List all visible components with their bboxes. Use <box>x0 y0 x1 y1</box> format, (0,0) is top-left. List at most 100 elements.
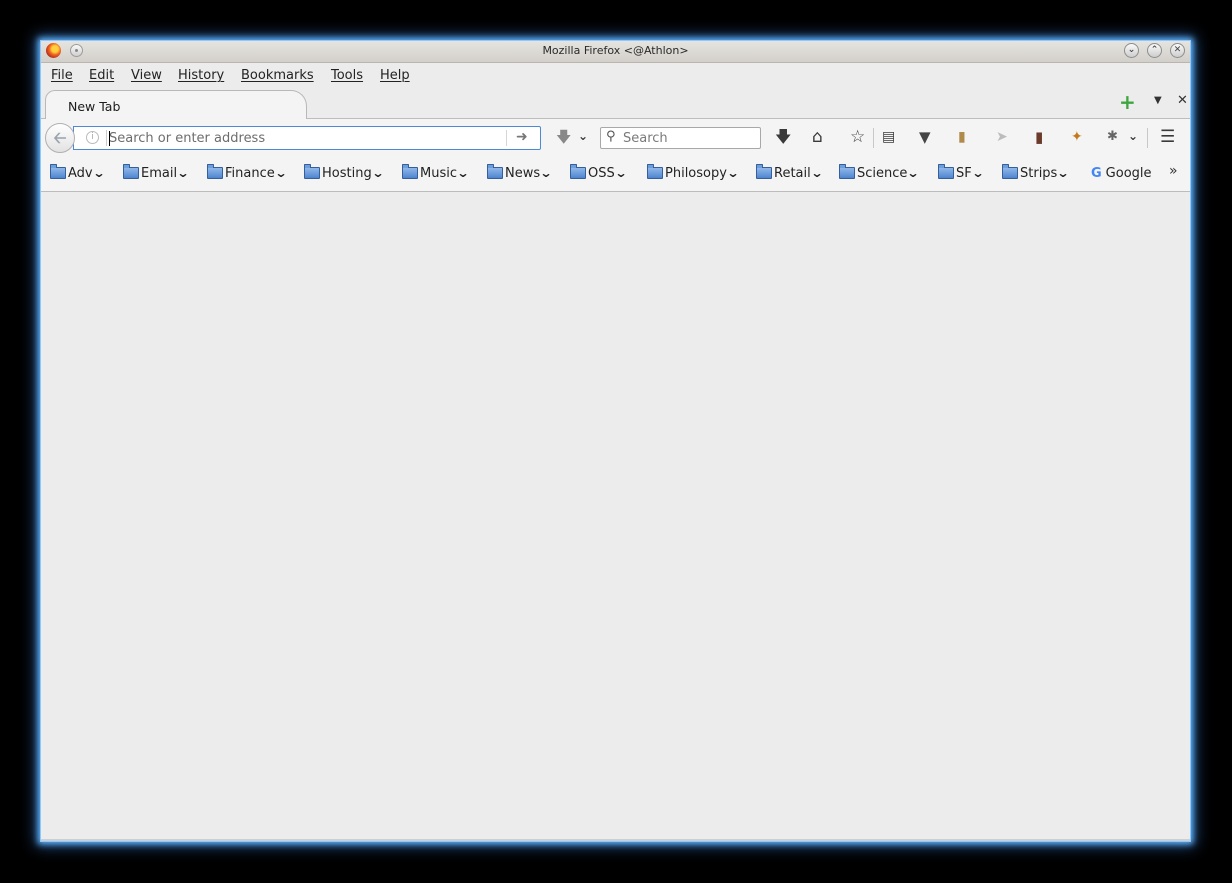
extension-chevron-icon[interactable]: ⌄ <box>1128 127 1138 145</box>
bookmark-star-icon[interactable]: ☆ <box>850 128 865 146</box>
info-icon[interactable]: i <box>86 131 99 144</box>
bookmark-google[interactable]: G Google <box>1091 164 1152 182</box>
bookmark-label: Email <box>141 165 178 181</box>
url-separator <box>106 130 107 146</box>
folder-icon <box>50 164 66 179</box>
menu-help[interactable]: Help <box>380 68 410 83</box>
folder-icon <box>123 164 139 179</box>
hamburger-menu-icon[interactable]: ☰ <box>1160 128 1175 146</box>
folder-icon <box>647 164 663 179</box>
menu-view[interactable]: View <box>131 68 162 83</box>
menu-tools[interactable]: Tools <box>331 68 363 83</box>
folder-icon <box>402 164 418 179</box>
chevron-down-icon: ⌄ <box>971 166 985 180</box>
bookmark-folder-music[interactable]: Music ⌄ <box>402 164 470 182</box>
google-icon: G <box>1091 165 1102 181</box>
reading-list-icon[interactable]: ▤ <box>882 128 895 146</box>
menu-bookmarks[interactable]: Bookmarks <box>241 68 314 83</box>
tab-new-tab[interactable]: New Tab <box>45 90 307 120</box>
bookmark-folder-science[interactable]: Science ⌄ <box>839 164 920 182</box>
new-tab-plus-icon[interactable]: + <box>1119 92 1136 112</box>
chevron-down-icon: ⌄ <box>810 166 824 180</box>
chevron-down-icon: ⌄ <box>906 166 920 180</box>
dropdown-chevron-icon[interactable]: ⌄ <box>578 127 588 145</box>
tab-bar: New Tab + ▼ ✕ <box>41 88 1190 120</box>
bookmark-label: Google <box>1105 165 1152 181</box>
downloads-arrow-icon[interactable]: 🡇 <box>775 128 791 146</box>
titlebar: Mozilla Firefox <@Athlon> ⌄ ⌃ ✕ <box>41 41 1190 63</box>
close-tab-icon[interactable]: ✕ <box>1177 93 1188 108</box>
folder-icon <box>938 164 954 179</box>
minimize-button[interactable]: ⌄ <box>1124 43 1139 58</box>
chevron-down-icon: ⌄ <box>456 166 470 180</box>
toolbar-separator <box>1147 128 1148 148</box>
bookmark-folder-sf[interactable]: SF ⌄ <box>938 164 985 182</box>
pocket-icon[interactable]: ▼ <box>919 128 931 146</box>
search-bar[interactable]: ⚲ <box>600 127 761 149</box>
status-divider <box>41 839 1190 841</box>
bookmark-label: News <box>505 165 541 181</box>
menu-edit[interactable]: Edit <box>89 68 114 83</box>
home-icon[interactable]: ⌂ <box>812 128 823 146</box>
folder-icon <box>487 164 503 179</box>
folder-icon <box>756 164 772 179</box>
folder-icon <box>207 164 223 179</box>
chevron-down-icon: ⌄ <box>1056 166 1070 180</box>
chevron-down-icon: ⌄ <box>274 166 288 180</box>
go-separator <box>506 130 507 146</box>
window-title: Mozilla Firefox <@Athlon> <box>542 44 689 57</box>
bookmark-label: Strips <box>1020 165 1058 181</box>
toolbar-separator <box>873 128 874 148</box>
extension-icon[interactable]: ✱ <box>1107 128 1118 146</box>
chevron-down-icon: ⌄ <box>371 166 385 180</box>
book-addon-icon[interactable]: ▮ <box>1035 128 1043 146</box>
maximize-button[interactable]: ⌃ <box>1147 43 1162 58</box>
bookmark-folder-news[interactable]: News ⌄ <box>487 164 553 182</box>
folder-icon <box>1002 164 1018 179</box>
url-input[interactable] <box>109 129 499 147</box>
folder-icon <box>304 164 320 179</box>
bookmark-label: Adv <box>68 165 93 181</box>
go-arrow-icon[interactable]: ➜ <box>516 129 528 145</box>
bookmark-label: Hosting <box>322 165 372 181</box>
bookmark-label: Music <box>420 165 457 181</box>
bookmarks-toolbar: Adv ⌄ Email ⌄ Finance ⌄ Hosting ⌄ Music … <box>41 156 1190 192</box>
list-all-tabs-icon[interactable]: ▼ <box>1154 95 1162 106</box>
menu-file[interactable]: File <box>51 68 73 83</box>
search-input[interactable] <box>623 130 753 146</box>
scroll-addon-icon[interactable]: ▮ <box>958 128 966 146</box>
chevron-down-icon: ⌄ <box>176 166 190 180</box>
url-bar[interactable]: i ➜ <box>73 126 541 150</box>
sync-addon-icon[interactable]: ✦ <box>1071 128 1083 146</box>
bookmark-label: Retail <box>774 165 811 181</box>
download-icon[interactable]: 🡇 <box>556 128 571 146</box>
page-content <box>41 192 1190 841</box>
bookmark-folder-finance[interactable]: Finance ⌄ <box>207 164 288 182</box>
bookmark-folder-retail[interactable]: Retail ⌄ <box>756 164 824 182</box>
close-window-button[interactable]: ✕ <box>1170 43 1185 58</box>
bookmark-label: Finance <box>225 165 275 181</box>
bookmarks-overflow-icon[interactable]: » <box>1169 163 1178 179</box>
menu-history[interactable]: History <box>178 68 224 83</box>
navigation-toolbar: i ➜ 🡠 🡇 ⌄ ⚲ 🡇 ⌂ ☆ ▤ ▼ ▮ ➤ ▮ ✦ ✱ ⌄ ☰ <box>41 119 1190 156</box>
bookmark-folder-hosting[interactable]: Hosting ⌄ <box>304 164 385 182</box>
firefox-window: Mozilla Firefox <@Athlon> ⌄ ⌃ ✕ File Edi… <box>40 40 1191 842</box>
folder-icon <box>839 164 855 179</box>
send-addon-icon[interactable]: ➤ <box>996 128 1008 146</box>
back-arrow-icon: 🡠 <box>53 128 67 147</box>
back-button[interactable]: 🡠 <box>45 123 75 153</box>
bookmark-label: Science <box>857 165 908 181</box>
bookmark-folder-adv[interactable]: Adv ⌄ <box>50 164 105 182</box>
bookmark-folder-oss[interactable]: OSS ⌄ <box>570 164 628 182</box>
bookmark-folder-email[interactable]: Email ⌄ <box>123 164 190 182</box>
chevron-down-icon: ⌄ <box>539 166 553 180</box>
text-caret <box>109 131 110 146</box>
bookmark-folder-philosopy[interactable]: Philosopy ⌄ <box>647 164 740 182</box>
bookmark-folder-strips[interactable]: Strips ⌄ <box>1002 164 1070 182</box>
chevron-down-icon: ⌄ <box>726 166 740 180</box>
bookmark-label: OSS <box>588 165 615 181</box>
search-icon: ⚲ <box>606 129 616 144</box>
bookmark-label: Philosopy <box>665 165 727 181</box>
bookmark-label: SF <box>956 165 972 181</box>
chevron-down-icon: ⌄ <box>614 166 628 180</box>
